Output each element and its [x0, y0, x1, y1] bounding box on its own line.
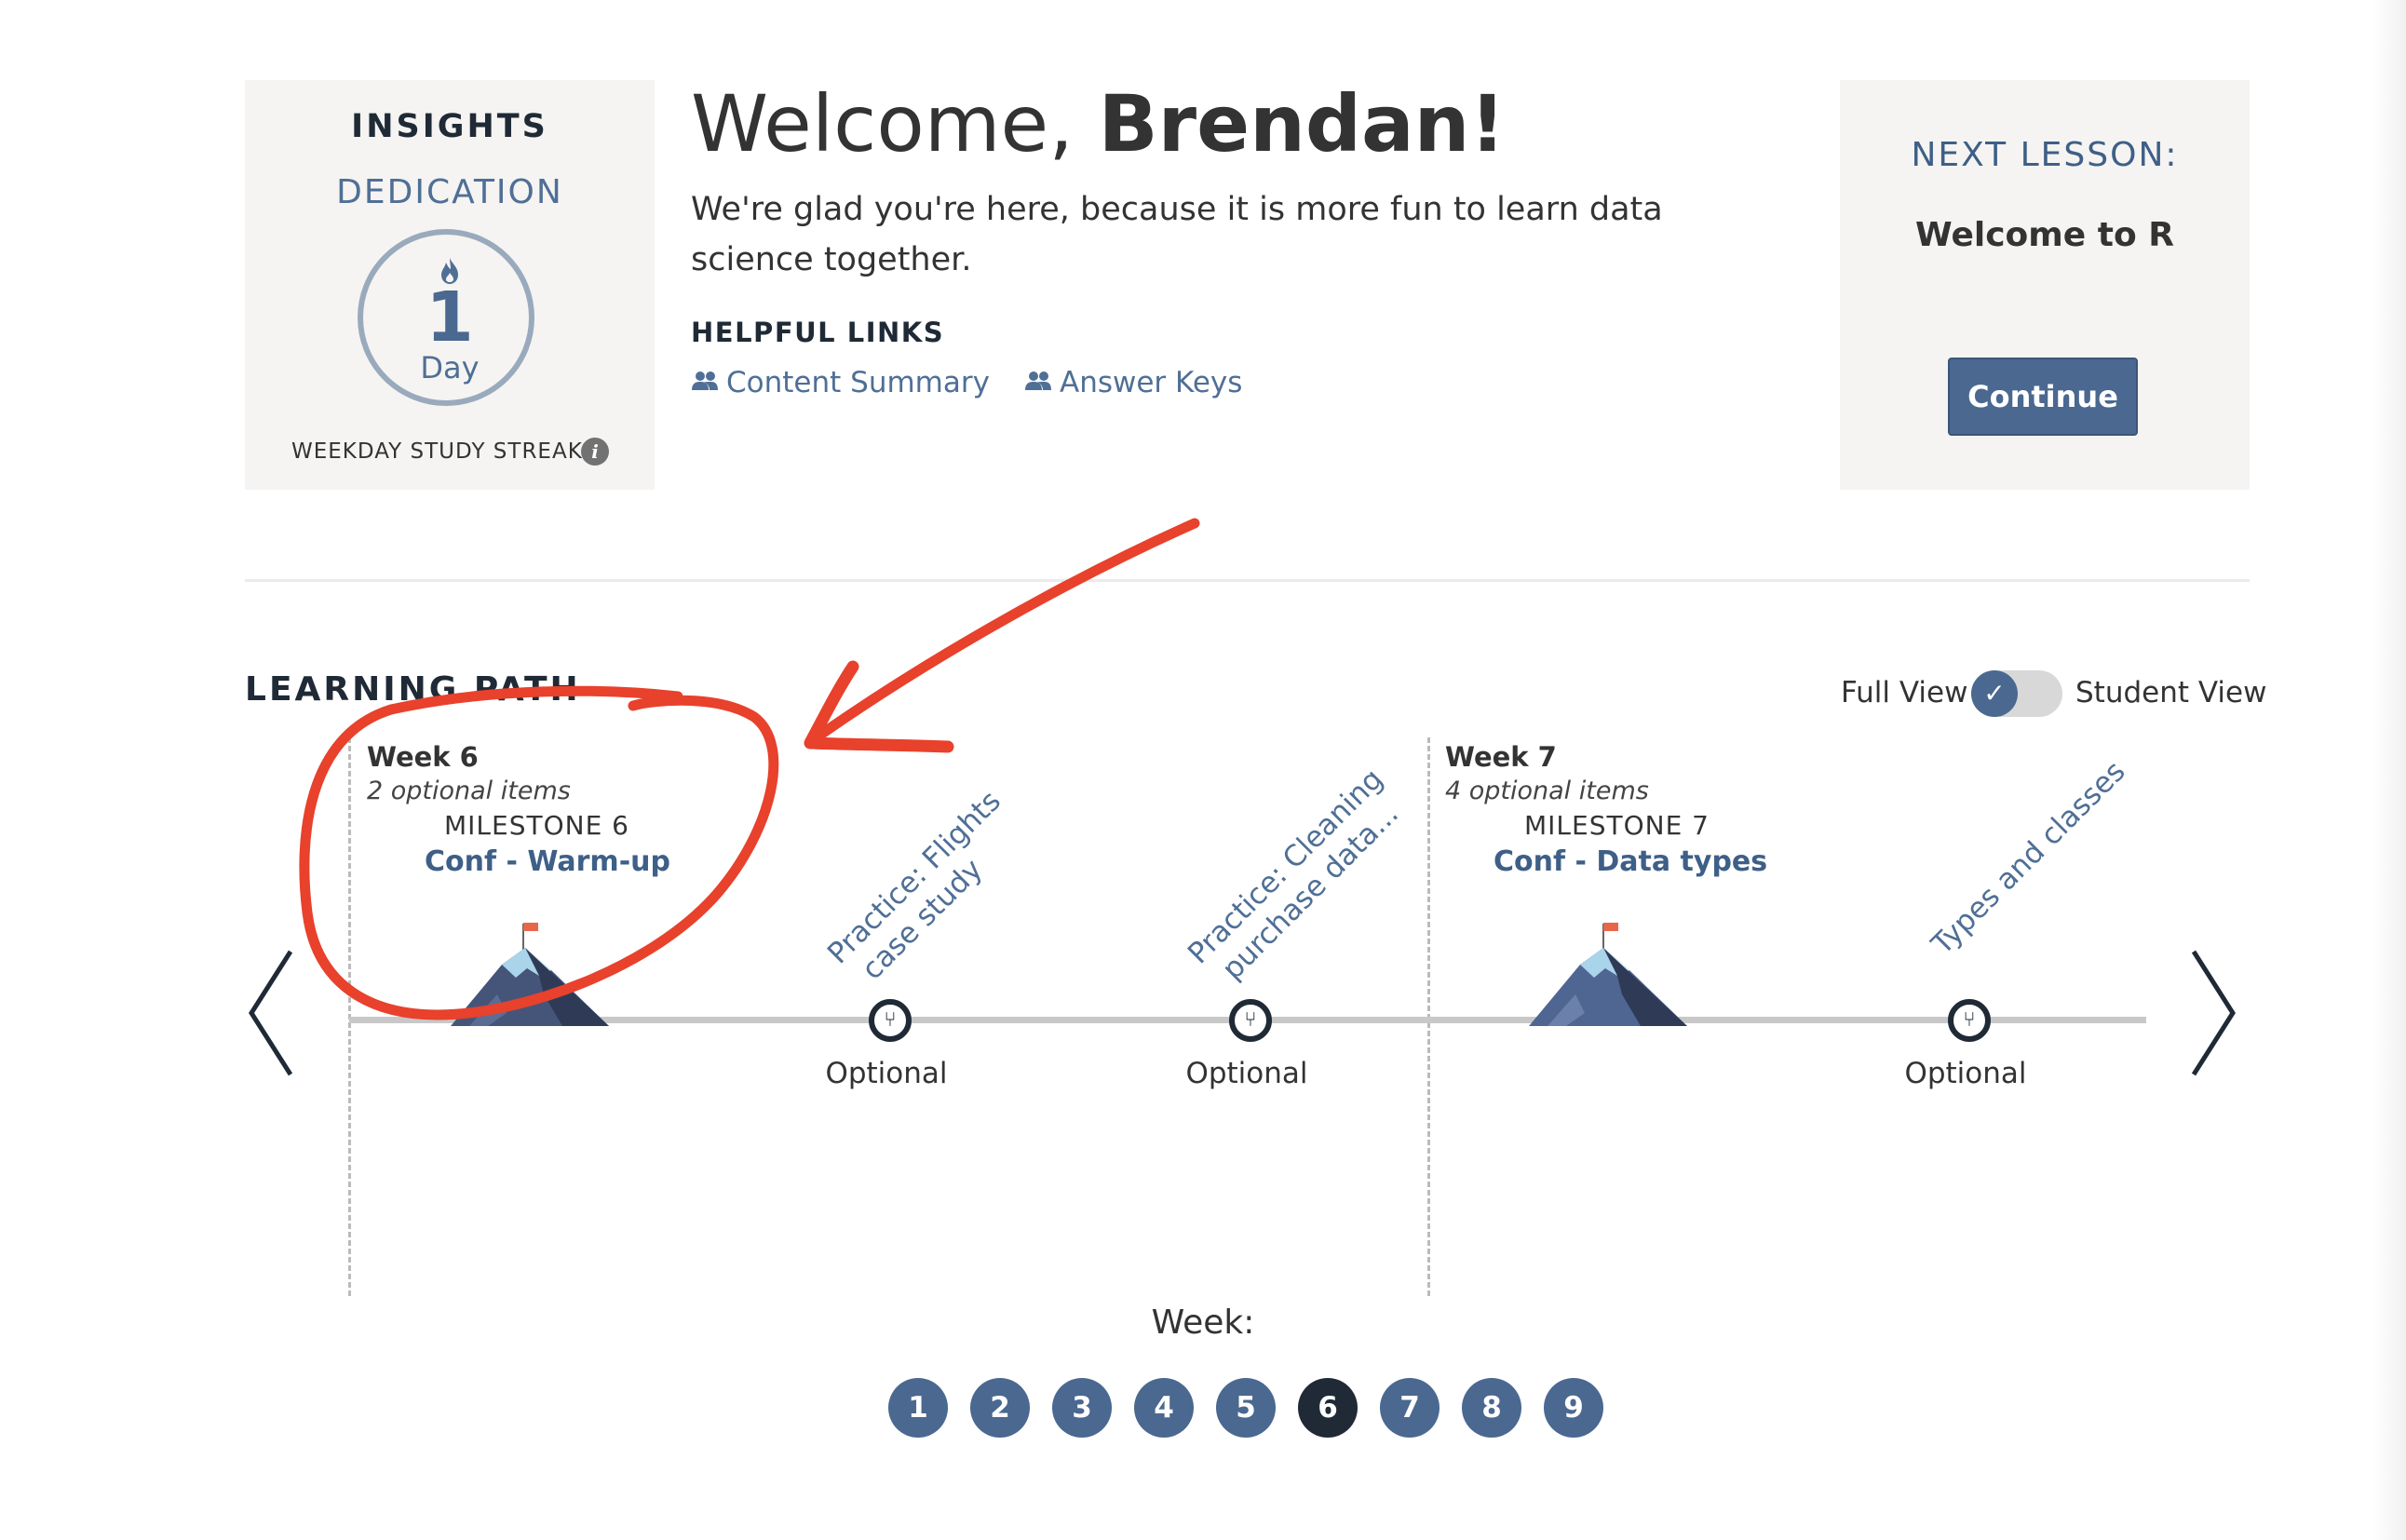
edge-shadow [2372, 0, 2406, 1540]
annotation-arrow-head [804, 660, 954, 753]
annotation-arrow-shaft [814, 518, 1200, 741]
annotation-overlay [299, 518, 1200, 1020]
annotation-circle [299, 685, 779, 1020]
